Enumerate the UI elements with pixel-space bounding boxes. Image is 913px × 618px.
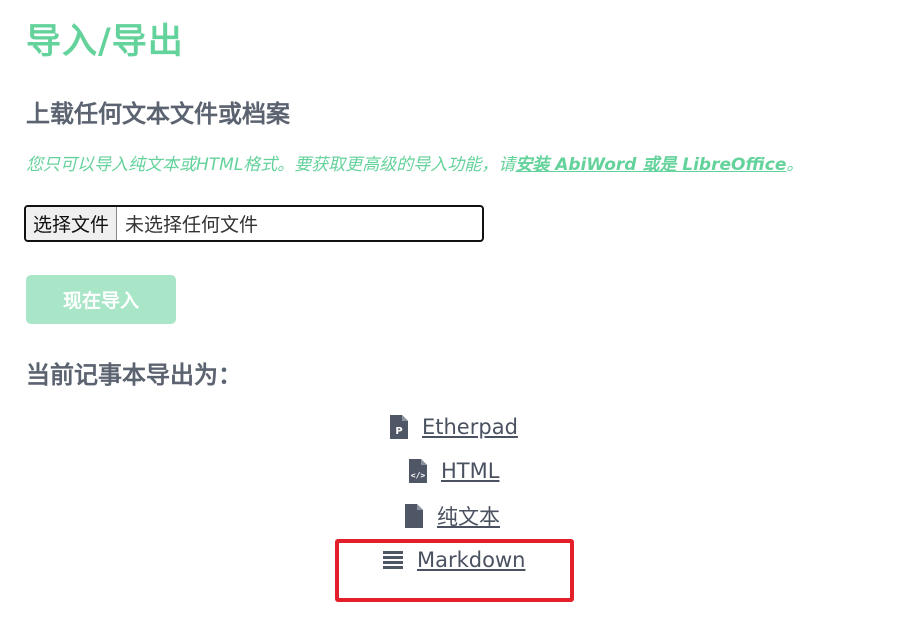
file-code-icon: </> (409, 459, 427, 483)
svg-text:P: P (395, 426, 402, 437)
export-etherpad-label: Etherpad (422, 415, 518, 439)
svg-text:</>: </> (411, 471, 426, 480)
file-status-text: 未选择任何文件 (125, 214, 259, 236)
import-hint: 您只可以导入纯文本或HTML格式。要获取更高级的导入功能，请安装 AbiWord… (26, 152, 803, 178)
export-heading: 当前记事本导出为： (26, 361, 242, 389)
export-etherpad-link[interactable]: P Etherpad (390, 410, 518, 444)
file-input[interactable]: 选择文件 未选择任何文件 (24, 205, 484, 242)
import-export-panel: 导入/导出 上载任何文本文件或档案 您只可以导入纯文本或HTML格式。要获取更高… (0, 0, 913, 618)
export-html-label: HTML (441, 459, 500, 483)
install-abiword-libreoffice-link[interactable]: 安装 AbiWord 或是 LibreOffice (515, 155, 786, 175)
export-html-link[interactable]: </> HTML (409, 454, 499, 488)
hint-prefix: 您只可以导入纯文本或HTML格式。要获取更高级的导入功能，请 (26, 155, 516, 175)
page-title: 导入/导出 (26, 22, 184, 62)
import-heading: 上载任何文本文件或档案 (26, 100, 290, 128)
import-now-button[interactable]: 现在导入 (26, 275, 176, 324)
file-etherpad-icon: P (390, 415, 408, 439)
hint-suffix: 。 (786, 155, 804, 175)
markdown-highlight-box (335, 539, 574, 602)
file-icon (405, 504, 423, 528)
export-plaintext-label: 纯文本 (437, 505, 500, 529)
export-plaintext-link[interactable]: 纯文本 (405, 499, 500, 533)
choose-file-button[interactable]: 选择文件 (26, 207, 118, 240)
